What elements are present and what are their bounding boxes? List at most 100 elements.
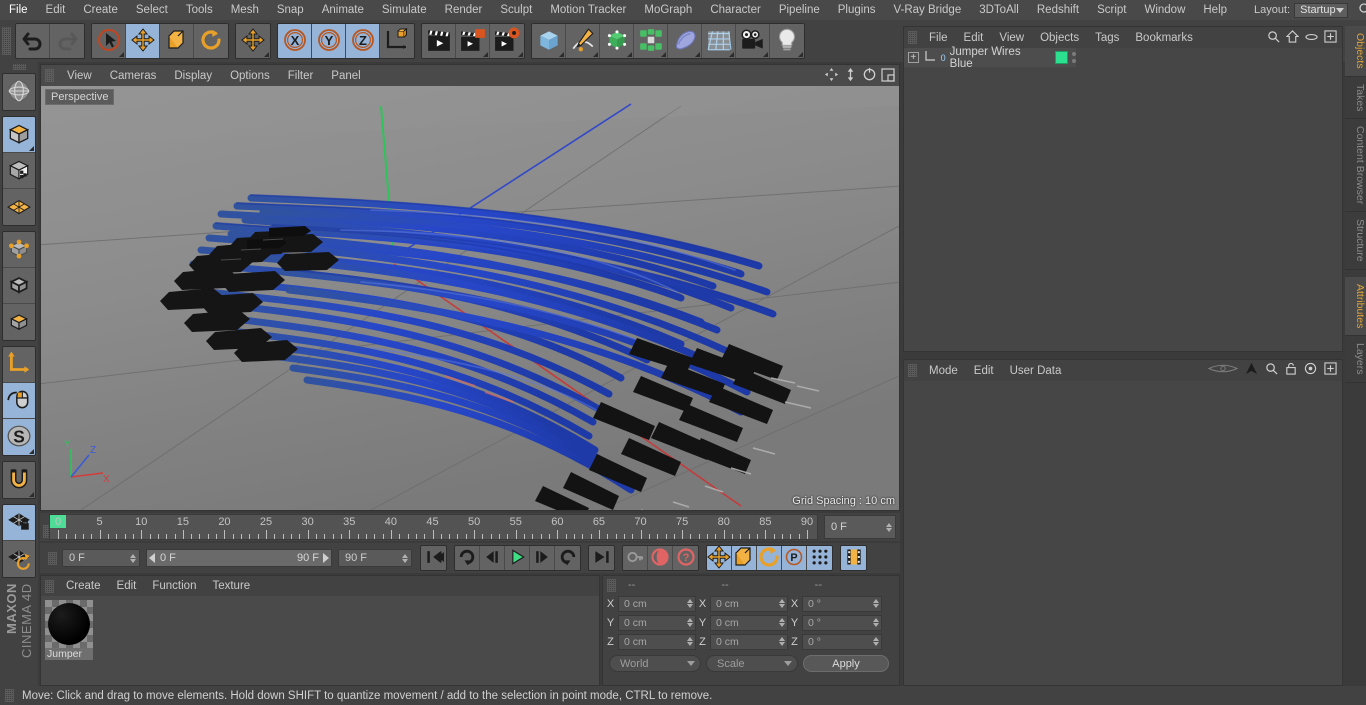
more-options-corner-icon[interactable]	[798, 52, 803, 57]
more-options-corner-icon[interactable]	[264, 52, 269, 57]
spinner-icon[interactable]	[130, 553, 136, 563]
points-mode-button[interactable]	[3, 232, 35, 269]
lock-workplane-button[interactable]	[3, 505, 35, 542]
right-tab-layers[interactable]: Layers	[1345, 336, 1366, 383]
object-menu-objects[interactable]: Objects	[1032, 28, 1087, 48]
add-camera-button[interactable]	[736, 24, 770, 58]
material-menu-create[interactable]: Create	[58, 576, 109, 596]
transport-grip[interactable]	[48, 551, 57, 565]
model-mode-button[interactable]	[3, 117, 35, 154]
more-options-corner-icon[interactable]	[661, 52, 666, 57]
record-active-objects-button[interactable]	[623, 546, 648, 570]
reset-workplane-button[interactable]	[3, 541, 35, 578]
material-menu-texture[interactable]: Texture	[204, 576, 258, 596]
material-menu-edit[interactable]: Edit	[109, 576, 145, 596]
menu-redshift[interactable]: Redshift	[1028, 0, 1088, 20]
right-tab-objects[interactable]: Objects	[1345, 26, 1366, 77]
world-object-coordinates[interactable]	[380, 24, 414, 58]
spinner-icon[interactable]	[779, 637, 785, 646]
size-z-field[interactable]: 0 cm	[710, 633, 788, 650]
more-options-corner-icon[interactable]	[593, 52, 598, 57]
current-frame-field[interactable]: 0 F	[824, 515, 896, 539]
search-icon[interactable]	[1358, 2, 1366, 19]
material-menu-function[interactable]: Function	[144, 576, 204, 596]
material-thumbnail[interactable]	[45, 600, 93, 648]
menu-plugins[interactable]: Plugins	[829, 0, 885, 20]
menu-mograph[interactable]: MoGraph	[635, 0, 701, 20]
lock-y-axis[interactable]: Y	[312, 24, 346, 58]
more-options-corner-icon[interactable]	[29, 146, 34, 152]
lock-x-axis[interactable]: X	[278, 24, 312, 58]
start-frame-field[interactable]: 0 F	[62, 549, 140, 567]
add-light-button[interactable]	[770, 24, 804, 58]
menu-simulate[interactable]: Simulate	[373, 0, 436, 20]
menu-help[interactable]: Help	[1194, 0, 1236, 20]
menu-render[interactable]: Render	[436, 0, 492, 20]
viewport-3d-canvas[interactable]: Perspective Grid Spacing : 10 cm Y Z X	[41, 86, 899, 510]
menu-tools[interactable]: Tools	[177, 0, 222, 20]
viewport-solo-button[interactable]	[3, 383, 35, 420]
edges-mode-button[interactable]	[3, 268, 35, 305]
rotation-key-button[interactable]	[757, 546, 782, 570]
search-icon[interactable]	[1267, 30, 1280, 46]
rotation-x-field[interactable]: 0 °	[802, 595, 882, 612]
dynamic-place-button[interactable]	[236, 24, 270, 58]
viewport-menu-display[interactable]: Display	[165, 66, 221, 86]
right-tab-structure[interactable]: Structure	[1345, 212, 1366, 270]
more-options-corner-icon[interactable]	[483, 52, 488, 57]
undo-button[interactable]	[16, 24, 50, 58]
attribute-menu-mode[interactable]: Mode	[921, 361, 966, 381]
menu-animate[interactable]: Animate	[313, 0, 373, 20]
enable-snapping-button[interactable]: S	[3, 419, 35, 456]
previous-frame-button[interactable]	[480, 546, 505, 570]
add-spline-button[interactable]	[566, 24, 600, 58]
range-right-handle[interactable]	[323, 553, 329, 563]
autokeying-button[interactable]	[648, 546, 673, 570]
menu-sculpt[interactable]: Sculpt	[491, 0, 541, 20]
spinner-icon[interactable]	[873, 637, 879, 646]
plus-box-icon[interactable]	[1324, 362, 1337, 378]
target-icon[interactable]	[1304, 362, 1317, 378]
attribute-manager-content[interactable]	[904, 381, 1342, 685]
menu-3dtoall[interactable]: 3DToAll	[970, 0, 1028, 20]
object-menu-file[interactable]: File	[921, 28, 956, 48]
render-view-button[interactable]	[422, 24, 456, 58]
spinner-icon[interactable]	[687, 637, 693, 646]
timeline-toggle-button[interactable]	[841, 546, 866, 570]
object-menu-view[interactable]: View	[991, 28, 1032, 48]
spinner-icon[interactable]	[779, 618, 785, 627]
play-backwards-button[interactable]	[455, 546, 480, 570]
object-row-jumper-wires-blue[interactable]: + 0 Jumper Wires Blue	[904, 46, 1076, 70]
viewport-grip[interactable]	[45, 69, 54, 82]
viewport-menu-cameras[interactable]: Cameras	[101, 66, 166, 86]
workplane-mode-button[interactable]	[3, 189, 35, 226]
more-options-corner-icon[interactable]	[695, 52, 700, 57]
menu-select[interactable]: Select	[127, 0, 177, 20]
parameter-key-button[interactable]: P	[782, 546, 807, 570]
keyframe-selection-button[interactable]: ?	[673, 546, 698, 570]
rotate-tool[interactable]	[194, 24, 228, 58]
menu-v-ray-bridge[interactable]: V-Ray Bridge	[884, 0, 970, 20]
object-menu-bookmarks[interactable]: Bookmarks	[1127, 28, 1201, 48]
object-name[interactable]: Jumper Wires Blue	[950, 46, 1043, 70]
size-mode-dropdown[interactable]: Scale	[706, 655, 798, 672]
menu-create[interactable]: Create	[74, 0, 127, 20]
spinner-icon[interactable]	[873, 618, 879, 627]
menu-file[interactable]: File	[0, 0, 37, 20]
texture-mode-button[interactable]	[3, 153, 35, 190]
spinner-icon[interactable]	[687, 618, 693, 627]
point-level-animation-button[interactable]	[807, 546, 832, 570]
more-options-corner-icon[interactable]	[518, 52, 523, 57]
object-menu-tags[interactable]: Tags	[1087, 28, 1127, 48]
coordinates-grip[interactable]	[607, 578, 616, 592]
enable-axis-button[interactable]	[3, 347, 35, 384]
object-manager-grip[interactable]	[908, 31, 917, 44]
spinner-icon[interactable]	[402, 553, 408, 563]
menu-mesh[interactable]: Mesh	[222, 0, 268, 20]
move-view-icon[interactable]	[824, 67, 839, 85]
attribute-menu-user-data[interactable]: User Data	[1002, 361, 1070, 381]
more-options-corner-icon[interactable]	[627, 52, 632, 57]
play-button[interactable]	[505, 546, 530, 570]
render-settings-button[interactable]	[490, 24, 524, 58]
search-icon[interactable]	[1265, 362, 1278, 378]
